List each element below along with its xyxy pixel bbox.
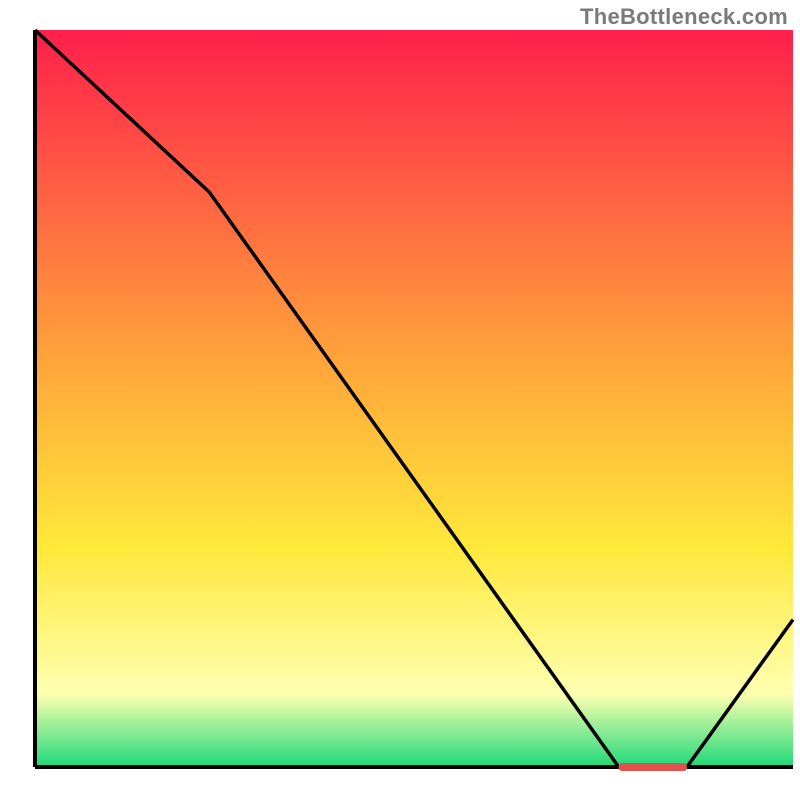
bottleneck-chart: TheBottleneck.com — [0, 0, 800, 800]
watermark-text: TheBottleneck.com — [580, 4, 788, 30]
optimal-range-marker — [619, 763, 687, 771]
gradient-background — [35, 30, 793, 767]
chart-svg — [0, 0, 800, 800]
